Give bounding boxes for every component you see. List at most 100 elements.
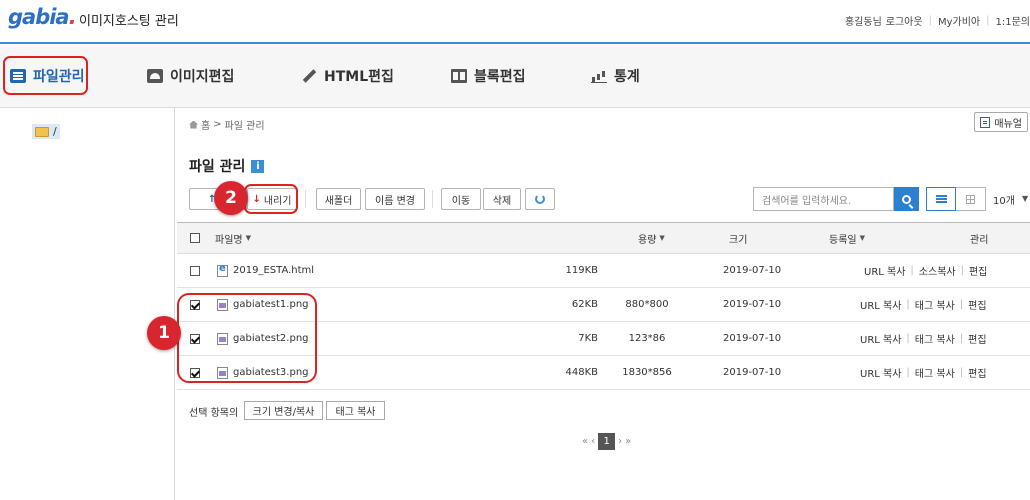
selection-label: 선택 항목의 [189,408,239,419]
move-button[interactable]: 이동 [441,188,481,210]
inquiry-link[interactable]: 1:1문의 [996,13,1030,28]
nav-label: 통계 [614,69,640,85]
url-copy-link[interactable]: URL 복사 [864,263,905,278]
page-title: 파일 관리 i [189,156,265,176]
first-page-button[interactable]: « [582,436,588,447]
step-badge-1: 1 [147,316,181,350]
next-page-button[interactable]: › [618,436,622,447]
edit-link[interactable]: 편집 [968,297,986,312]
url-copy-link[interactable]: URL 복사 [860,331,901,346]
edit-link[interactable]: 편집 [968,331,986,346]
current-page[interactable]: 1 [598,433,616,450]
manual-button[interactable]: 매뉴얼 [974,112,1028,132]
info-icon[interactable]: i [251,159,265,173]
select-all-checkbox[interactable] [190,233,200,243]
col-date-label: 등록일 [829,234,857,246]
col-manage: 관리 [970,223,988,253]
stats-icon [591,69,607,83]
row-actions: URL 복사 | 태그 복사 | 편집 [860,331,987,346]
page-title-text: 파일 관리 [189,159,246,175]
breadcrumb-home[interactable]: 홈 [201,117,210,132]
resize-copy-button[interactable]: 크기 변경/복사 [244,401,323,420]
row-actions: URL 복사 | 태그 복사 | 편집 [860,365,987,380]
row-actions: URL 복사 | 소스복사 | 편집 [864,263,988,278]
file-dimensions [617,254,677,287]
manual-label: 매뉴얼 [994,118,1022,130]
folder-tree-root[interactable]: / [32,124,60,139]
rename-button[interactable]: 이름 변경 [365,188,425,210]
source-copy-link[interactable]: 소스복사 [919,263,956,278]
col-capacity[interactable]: 용량 ▼ [638,223,665,253]
gabia-logo[interactable]: gabia. [8,5,77,29]
search-button[interactable] [894,187,919,211]
folder-label: / [53,125,57,138]
sort-icon: ▼ [245,234,251,242]
my-gabia-link[interactable]: My가비아 [938,13,980,28]
sort-icon: ▼ [659,234,665,242]
col-name[interactable]: 파일명 ▼ [215,223,251,253]
top-links: 홍길동님 로그아웃 | My가비아 | 1:1문의 [845,13,1030,28]
image-icon [147,69,163,83]
select-all-cell [190,223,200,253]
block-icon [451,69,467,83]
per-page-select[interactable]: 10개 [993,192,1015,207]
row-checkbox[interactable] [190,265,200,276]
folder-icon [35,126,49,137]
file-date: 2019-07-10 [723,299,782,310]
file-capacity: 119KB [565,265,598,276]
breadcrumb-sep: > [213,119,222,130]
list-view-icon [935,198,947,200]
divider: | [928,15,932,26]
prev-page-button[interactable]: ‹ [591,436,595,447]
refresh-button[interactable] [525,188,555,210]
tag-copy-link[interactable]: 태그 복사 [915,365,955,380]
file-dimensions: 123*86 [628,333,666,344]
nav-image-edit[interactable]: 이미지편집 [147,66,234,86]
chevron-down-icon[interactable]: ▼ [1022,194,1028,203]
row-actions: URL 복사 | 태그 복사 | 편집 [860,297,987,312]
user-name: 홍길동님 [844,17,882,28]
url-copy-link[interactable]: URL 복사 [860,297,901,312]
file-capacity: 448KB [565,367,598,378]
file-dimensions: 880*800 [625,299,669,310]
table-header: 파일명 ▼ 용량 ▼ 크기 등록일 ▼ 관리 [177,222,1030,254]
col-size: 크기 [729,223,747,253]
app-header: gabia. 이미지호스팅 관리 홍길동님 로그아웃 | My가비아 | 1:1… [0,0,1030,44]
list-view-button[interactable] [926,187,956,211]
toolbar-divider [305,190,306,208]
html-file-icon [217,263,228,277]
nav-label: HTML편집 [324,69,394,85]
col-manage-label: 관리 [970,234,989,246]
url-copy-link[interactable]: URL 복사 [860,365,901,380]
search-icon [902,194,911,204]
delete-button[interactable]: 삭제 [483,188,521,210]
nav-block-edit[interactable]: 블록편집 [451,66,526,86]
file-date: 2019-07-10 [723,333,782,344]
edit-link[interactable]: 편집 [968,365,986,380]
refresh-icon [535,194,545,204]
highlight-box-nav [3,56,88,95]
new-folder-button[interactable]: 새폴더 [316,188,361,210]
pen-icon [301,69,317,83]
grid-view-button[interactable] [956,187,986,211]
home-icon [189,120,198,129]
search-input[interactable]: 검색어를 입력하세요. [753,187,894,211]
table-row[interactable]: 2019_ESTA.html 119KB 2019-07-10 URL 복사| … [177,254,1030,288]
tag-copy-button[interactable]: 태그 복사 [326,401,385,420]
nav-label: 이미지편집 [170,69,235,85]
nav-html-edit[interactable]: HTML편집 [301,66,394,86]
nav-label: 블록편집 [474,69,526,85]
file-name[interactable]: 2019_ESTA.html [233,265,314,276]
tag-copy-link[interactable]: 태그 복사 [915,331,955,346]
col-size-label: 크기 [729,234,748,246]
edit-link[interactable]: 편집 [969,263,987,278]
toolbar-divider [432,190,433,208]
col-date[interactable]: 등록일 ▼ [829,223,865,253]
col-capacity-label: 용량 [638,234,657,246]
tag-copy-link[interactable]: 태그 복사 [915,297,955,312]
last-page-button[interactable]: » [625,436,631,447]
grid-view-icon [966,194,975,204]
divider: | [986,15,990,26]
nav-stats[interactable]: 통계 [591,66,640,86]
logout-link[interactable]: 로그아웃 [886,13,923,28]
